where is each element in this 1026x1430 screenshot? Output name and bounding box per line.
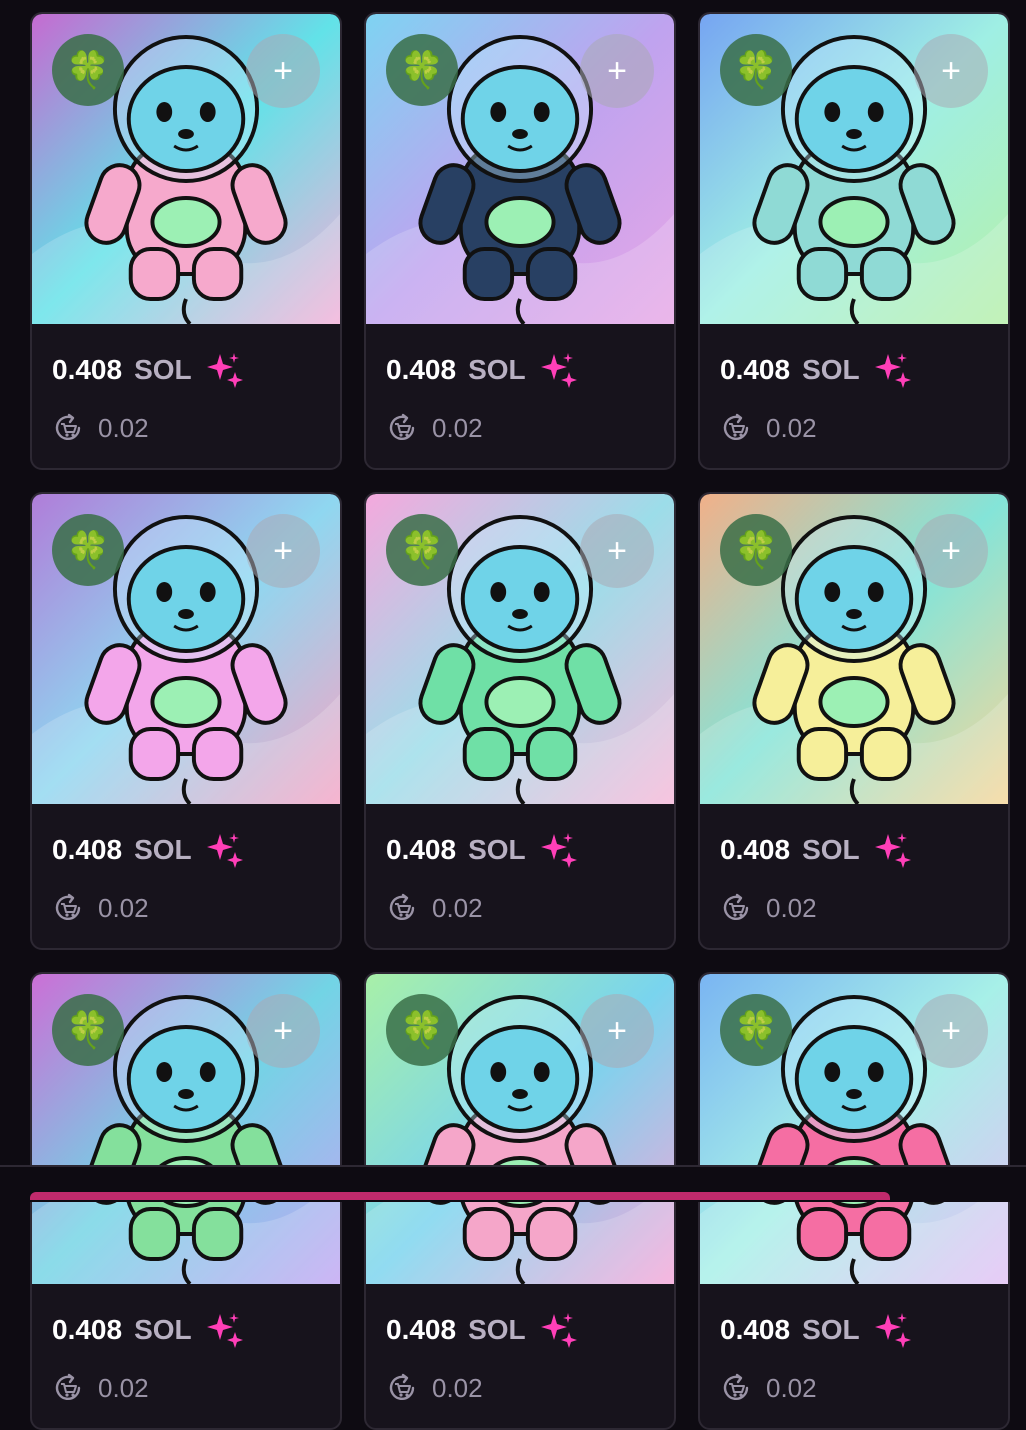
nft-card[interactable]: 🍀 + 0.408 SOL 0.02 (364, 12, 676, 470)
fee-value: 0.02 (98, 1372, 149, 1403)
price-row: 0.408 SOL (720, 1310, 912, 1350)
price-currency: SOL (802, 834, 860, 865)
four-leaf-clover-icon: 🍀 (720, 514, 792, 586)
cart-refresh-icon (55, 893, 81, 920)
price-row: 0.408 SOL (52, 1310, 244, 1350)
nft-card[interactable]: 🍀 + 0.408 SOL 0.02 (30, 492, 342, 950)
sparkles-icon (206, 1313, 243, 1348)
add-to-cart-button[interactable]: + (580, 514, 654, 588)
sparkles-icon (540, 833, 577, 868)
price-currency: SOL (134, 1314, 192, 1345)
nft-card[interactable]: 🍀 + 0.408 SOL 0.02 (698, 12, 1010, 470)
fee-row: 0.02 (720, 892, 817, 924)
nft-card[interactable]: 🍀 + 0.408 SOL 0.02 (698, 492, 1010, 950)
price-row: 0.408 SOL (386, 830, 578, 870)
four-leaf-clover-icon: 🍀 (52, 514, 124, 586)
price-currency: SOL (134, 834, 192, 865)
cart-refresh-icon (55, 1373, 81, 1400)
add-to-cart-button[interactable]: + (914, 514, 988, 588)
fee-row: 0.02 (386, 892, 483, 924)
fee-row: 0.02 (52, 892, 149, 924)
price-currency: SOL (802, 1314, 860, 1345)
sparkles-icon (206, 353, 243, 388)
price-value: 0.408 (720, 1314, 791, 1345)
add-to-cart-button[interactable]: + (246, 994, 320, 1068)
price-row: 0.408 SOL (720, 350, 912, 390)
fee-row: 0.02 (720, 1372, 817, 1404)
fee-value: 0.02 (98, 412, 149, 443)
sparkles-icon (206, 833, 243, 868)
nft-grid: 🍀 + 0.408 SOL 0.02 🍀 + 0.408 SOL 0.02 🍀 … (30, 12, 1010, 1430)
four-leaf-clover-icon: 🍀 (52, 34, 124, 106)
price-row: 0.408 SOL (52, 830, 244, 870)
price-value: 0.408 (720, 834, 791, 865)
add-to-cart-button[interactable]: + (914, 994, 988, 1068)
fee-value: 0.02 (98, 892, 149, 923)
fee-row: 0.02 (386, 412, 483, 444)
bottom-action-bar[interactable] (30, 1192, 890, 1200)
four-leaf-clover-icon: 🍀 (720, 34, 792, 106)
sparkles-icon (540, 353, 577, 388)
cart-refresh-icon (55, 413, 81, 440)
price-row: 0.408 SOL (386, 350, 578, 390)
four-leaf-clover-icon: 🍀 (720, 994, 792, 1066)
fee-value: 0.02 (432, 1372, 483, 1403)
price-currency: SOL (802, 354, 860, 385)
price-value: 0.408 (52, 1314, 123, 1345)
price-currency: SOL (468, 354, 526, 385)
price-value: 0.408 (720, 354, 791, 385)
fee-value: 0.02 (766, 1372, 817, 1403)
cart-refresh-icon (389, 413, 415, 440)
four-leaf-clover-icon: 🍀 (52, 994, 124, 1066)
cart-refresh-icon (723, 413, 749, 440)
fee-value: 0.02 (432, 892, 483, 923)
price-currency: SOL (134, 354, 192, 385)
fee-row: 0.02 (52, 1372, 149, 1404)
price-row: 0.408 SOL (386, 1310, 578, 1350)
add-to-cart-button[interactable]: + (580, 994, 654, 1068)
price-currency: SOL (468, 834, 526, 865)
four-leaf-clover-icon: 🍀 (386, 994, 458, 1066)
price-value: 0.408 (386, 354, 457, 385)
nft-card[interactable]: 🍀 + 0.408 SOL 0.02 (364, 492, 676, 950)
sparkles-icon (874, 1313, 911, 1348)
fee-row: 0.02 (52, 412, 149, 444)
add-to-cart-button[interactable]: + (580, 34, 654, 108)
fee-row: 0.02 (386, 1372, 483, 1404)
cart-refresh-icon (723, 1373, 749, 1400)
add-to-cart-button[interactable]: + (914, 34, 988, 108)
sparkles-icon (874, 353, 911, 388)
price-row: 0.408 SOL (52, 350, 244, 390)
price-value: 0.408 (52, 354, 123, 385)
four-leaf-clover-icon: 🍀 (386, 514, 458, 586)
price-currency: SOL (468, 1314, 526, 1345)
nft-card[interactable]: 🍀 + 0.408 SOL 0.02 (30, 12, 342, 470)
price-value: 0.408 (386, 834, 457, 865)
fee-value: 0.02 (766, 412, 817, 443)
fee-value: 0.02 (766, 892, 817, 923)
cart-refresh-icon (389, 1373, 415, 1400)
add-to-cart-button[interactable]: + (246, 34, 320, 108)
add-to-cart-button[interactable]: + (246, 514, 320, 588)
price-value: 0.408 (386, 1314, 457, 1345)
sparkles-icon (540, 1313, 577, 1348)
sparkles-icon (874, 833, 911, 868)
price-value: 0.408 (52, 834, 123, 865)
price-row: 0.408 SOL (720, 830, 912, 870)
four-leaf-clover-icon: 🍀 (386, 34, 458, 106)
fee-value: 0.02 (432, 412, 483, 443)
cart-refresh-icon (389, 893, 415, 920)
fee-row: 0.02 (720, 412, 817, 444)
cart-refresh-icon (723, 893, 749, 920)
